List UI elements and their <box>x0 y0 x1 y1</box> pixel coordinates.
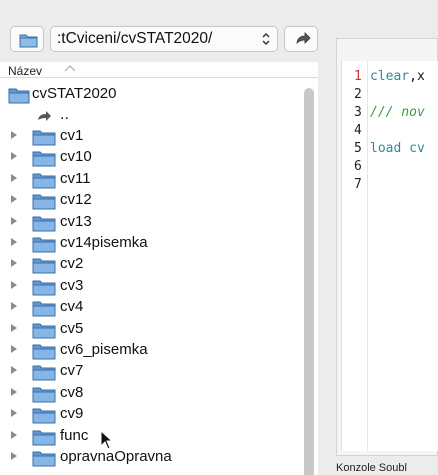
line-number-gutter: 1 2 3 4 5 6 7 <box>342 61 368 451</box>
folder-name: cv6_pisemka <box>60 341 148 358</box>
folder-name: cv14pisemka <box>60 234 148 251</box>
file-browser-toolbar: :tCviceni/cvSTAT2020/ <box>0 22 318 58</box>
folder-name: cv12 <box>60 191 92 209</box>
folder-name: cv7 <box>60 362 84 380</box>
list-item-folder[interactable]: cv7 <box>0 361 300 382</box>
parent-directory-button[interactable] <box>284 26 318 52</box>
parent-label: .. <box>60 106 69 123</box>
disclosure-triangle-icon[interactable] <box>10 237 18 250</box>
list-item-folder[interactable]: opravnaOpravna <box>0 447 300 468</box>
list-item-parent[interactable]: .. <box>0 105 300 126</box>
code-line-1: clear,x <box>370 69 425 84</box>
disclosure-triangle-icon[interactable] <box>10 258 18 271</box>
disclosure-triangle-icon[interactable] <box>10 344 18 357</box>
disclosure-triangle-icon[interactable] <box>10 323 18 336</box>
line-number: 3 <box>354 105 362 120</box>
file-browser: Název cvSTAT2020 .. cv1 cv10 cv11 cv12 cv13 c… <box>0 62 318 475</box>
folder-name: cv10 <box>60 148 92 166</box>
disclosure-triangle-icon[interactable] <box>10 151 18 164</box>
list-item-folder[interactable]: cv11 <box>0 169 300 190</box>
vertical-scrollbar[interactable] <box>302 82 316 475</box>
line-number: 1 <box>354 69 362 84</box>
list-item-folder[interactable]: cv6_pisemka <box>0 340 300 361</box>
list-item-folder[interactable]: cv14pisemka <box>0 233 300 254</box>
list-item-folder[interactable]: cv2 <box>0 254 300 275</box>
disclosure-triangle-icon[interactable] <box>10 365 18 378</box>
list-item-folder[interactable]: cv1 <box>0 126 300 147</box>
folder-name: func <box>60 426 89 444</box>
path-select[interactable]: :tCviceni/cvSTAT2020/ <box>50 26 278 52</box>
line-number: 7 <box>354 177 362 192</box>
line-number: 5 <box>354 141 362 156</box>
chevron-updown-icon <box>261 27 271 51</box>
list-item-folder[interactable]: cv13 <box>0 212 300 233</box>
disclosure-triangle-icon[interactable] <box>10 430 18 443</box>
disclosure-triangle-icon[interactable] <box>10 173 18 186</box>
column-header-name[interactable]: Název <box>0 62 318 78</box>
folder-name: cv1 <box>60 127 84 144</box>
list-item-folder[interactable]: func <box>0 426 300 447</box>
disclosure-triangle-icon[interactable] <box>10 301 18 314</box>
choose-folder-button[interactable] <box>10 26 44 52</box>
mouse-pointer-icon <box>100 429 116 457</box>
list-item-folder[interactable]: cv9 <box>0 404 300 425</box>
list-item-folder[interactable]: cv5 <box>0 319 300 340</box>
disclosure-triangle-icon[interactable] <box>10 280 18 293</box>
line-number: 6 <box>354 159 362 174</box>
folder-name: cv5 <box>60 319 84 337</box>
code-line-5: load cv <box>370 141 425 156</box>
disclosure-triangle-icon[interactable] <box>10 130 18 143</box>
list-item-folder[interactable]: cv4 <box>0 297 300 318</box>
code-line-3: /// nov <box>370 105 425 120</box>
list-item-root-folder[interactable]: cvSTAT2020 <box>0 84 300 105</box>
folder-name: cv3 <box>60 276 84 294</box>
disclosure-triangle-icon[interactable] <box>10 194 18 207</box>
folder-name: cv8 <box>60 383 84 401</box>
top-strip <box>0 0 438 14</box>
list-item-folder[interactable]: cv3 <box>0 276 300 297</box>
folder-name: cv13 <box>60 212 92 230</box>
line-number: 2 <box>354 87 362 102</box>
folder-name: cv2 <box>60 255 84 273</box>
disclosure-triangle-icon[interactable] <box>10 387 18 400</box>
line-number: 4 <box>354 123 362 138</box>
folder-name: cv11 <box>60 169 91 187</box>
path-value: :tCviceni/cvSTAT2020/ <box>57 30 213 47</box>
root-folder-name: cvSTAT2020 <box>32 85 117 102</box>
list-item-folder[interactable]: cv10 <box>0 147 300 168</box>
scroll-thumb[interactable] <box>304 88 314 475</box>
disclosure-triangle-icon[interactable] <box>10 216 18 229</box>
folder-name: cv9 <box>60 405 84 423</box>
list-item-folder[interactable]: cv8 <box>0 383 300 404</box>
code-editor[interactable]: 1 2 3 4 5 6 7 clear,x /// nov load cv <box>341 61 438 451</box>
disclosure-triangle-icon[interactable] <box>10 451 18 464</box>
up-arrow-icon <box>296 32 311 45</box>
list-item-folder[interactable]: cv12 <box>0 190 300 211</box>
disclosure-triangle-icon[interactable] <box>10 408 18 421</box>
status-tabs[interactable]: Konzole Soubl <box>336 462 407 474</box>
folder-name: cv4 <box>60 298 84 316</box>
sort-ascending-icon <box>64 62 76 79</box>
column-label: Název <box>8 64 43 78</box>
folder-icon <box>32 450 56 472</box>
folder-icon <box>19 34 38 48</box>
